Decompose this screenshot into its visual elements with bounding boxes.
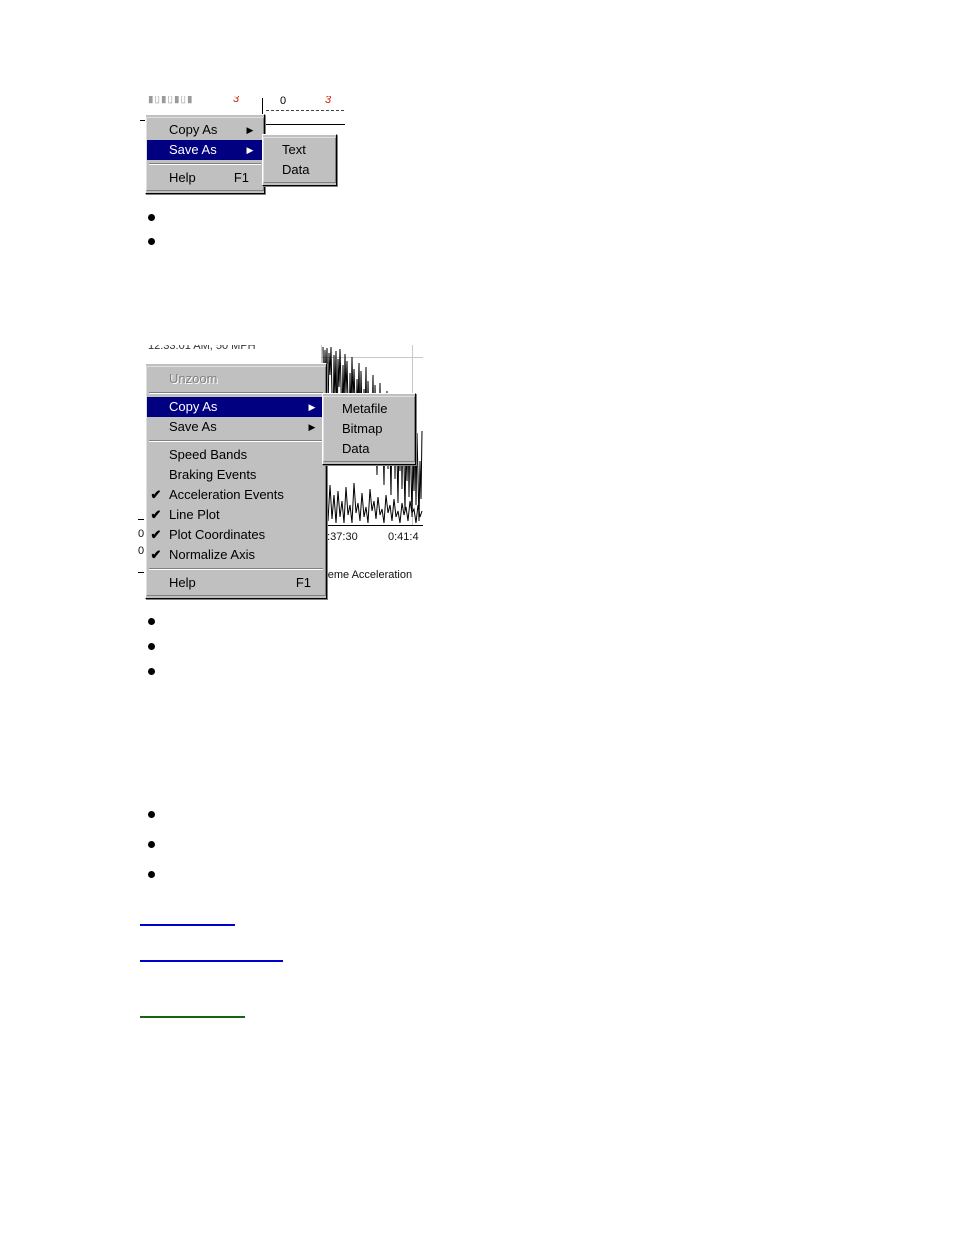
speed-marker-red-a: 3 xyxy=(233,96,240,105)
menu-item-copy-as[interactable]: Copy As ▶ xyxy=(147,120,263,140)
list-item-bullet xyxy=(148,811,155,818)
list-item-bullet xyxy=(148,668,155,675)
menu-item-copy-as-label: Copy As xyxy=(169,122,218,137)
menu-item-unzoom[interactable]: Unzoom xyxy=(147,369,325,389)
menu-item-line-plot[interactable]: ✔ Line Plot xyxy=(147,505,325,525)
submenu-item-metafile[interactable]: Metafile xyxy=(324,399,414,419)
menu-separator xyxy=(149,568,323,570)
list-item-bullet xyxy=(148,643,155,650)
submenu-item-bitmap-label: Bitmap xyxy=(342,421,383,436)
submenu-item-metafile-label: Metafile xyxy=(342,401,388,416)
menu-item-braking-events-label: Braking Events xyxy=(169,467,257,482)
list-item-bullet xyxy=(148,871,155,878)
list-item-bullet xyxy=(148,618,155,625)
list-item-bullet xyxy=(148,214,155,221)
hyperlink-1[interactable] xyxy=(140,922,235,926)
menu-item-help[interactable]: Help F1 xyxy=(147,573,325,593)
menu-item-help-label: Help xyxy=(169,170,196,185)
speed-chart-fragment-right: 0 3 xyxy=(262,96,347,126)
chart-y-tick-clipped: 0 xyxy=(138,545,145,557)
plot-top-border xyxy=(265,124,345,125)
menu-item-save-as-label: Save As xyxy=(169,419,217,434)
menu-item-save-as[interactable]: Save As ▶ xyxy=(147,417,325,437)
submenu-item-data[interactable]: Data xyxy=(264,160,335,180)
list-item-bullet xyxy=(148,841,155,848)
chart-y-axis-stub xyxy=(138,519,144,520)
y-tick-three: 3 xyxy=(325,96,332,106)
menu-item-speed-bands-label: Speed Bands xyxy=(169,447,248,462)
clipped-axis-row: ▮▯▮▯▮▯▮ xyxy=(148,96,194,105)
checkmark-icon: ✔ xyxy=(150,527,162,542)
copy-as-submenu[interactable]: Metafile Bitmap Data xyxy=(322,393,416,465)
menu-item-line-plot-label: Line Plot xyxy=(169,507,220,522)
menu-item-copy-as-label: Copy As xyxy=(169,399,218,414)
chevron-right-icon: ▶ xyxy=(246,125,254,135)
checkmark-icon: ✔ xyxy=(150,547,162,562)
submenu-item-text[interactable]: Text xyxy=(264,140,335,160)
menu-item-help[interactable]: Help F1 xyxy=(147,168,263,188)
save-as-submenu[interactable]: Text Data xyxy=(262,134,337,186)
reference-dash-line xyxy=(266,110,344,111)
chevron-right-icon: ▶ xyxy=(308,402,316,412)
chart-y-tick-clipped: 0 xyxy=(138,528,145,540)
submenu-item-text-label: Text xyxy=(282,142,306,157)
menu-item-speed-bands[interactable]: Speed Bands xyxy=(147,445,325,465)
hyperlink-3[interactable] xyxy=(140,1014,245,1018)
submenu-item-data[interactable]: Data xyxy=(324,439,414,459)
submenu-item-data-label: Data xyxy=(342,441,370,456)
chart-x-tick-2: 0:41:4 xyxy=(388,531,419,543)
menu-item-acceleration-events[interactable]: ✔ Acceleration Events xyxy=(147,485,325,505)
chart-legend-label: treme Acceleration xyxy=(321,569,413,581)
submenu-item-bitmap[interactable]: Bitmap xyxy=(324,419,414,439)
menu-item-copy-as[interactable]: Copy As ▶ xyxy=(147,397,325,417)
checkmark-icon: ✔ xyxy=(150,507,162,522)
y-tick-zero: 0 xyxy=(280,96,287,107)
menu-item-plot-coordinates-label: Plot Coordinates xyxy=(169,527,266,542)
speed-plot-context-menu[interactable]: Copy As ▶ Save As ▶ Help F1 xyxy=(145,114,265,194)
menu-item-help-label: Help xyxy=(169,575,196,590)
chevron-right-icon: ▶ xyxy=(308,422,316,432)
menu-item-normalize-axis-label: Normalize Axis xyxy=(169,547,255,562)
menu-item-save-as-label: Save As xyxy=(169,142,217,157)
list-item-bullet xyxy=(148,238,155,245)
chevron-right-icon: ▶ xyxy=(246,145,254,155)
menu-item-braking-events[interactable]: Braking Events xyxy=(147,465,325,485)
menu-item-normalize-axis[interactable]: ✔ Normalize Axis xyxy=(147,545,325,565)
hyperlink-2[interactable] xyxy=(140,958,283,962)
menu-item-acceleration-events-label: Acceleration Events xyxy=(169,487,284,502)
submenu-item-data-label: Data xyxy=(282,162,310,177)
menu-item-save-as[interactable]: Save As ▶ xyxy=(147,140,263,160)
menu-separator xyxy=(149,163,261,165)
checkmark-icon: ✔ xyxy=(150,487,162,502)
menu-item-help-accel: F1 xyxy=(233,170,249,185)
menu-separator xyxy=(149,440,323,442)
acceleration-plot-context-menu[interactable]: Unzoom Copy As ▶ Save As ▶ Speed Bands B… xyxy=(145,363,327,599)
menu-item-unzoom-label: Unzoom xyxy=(169,371,218,386)
chart-legend-stub xyxy=(138,572,144,573)
menu-item-plot-coordinates[interactable]: ✔ Plot Coordinates xyxy=(147,525,325,545)
menu-separator xyxy=(149,392,323,394)
menu-item-help-accel: F1 xyxy=(295,575,311,590)
